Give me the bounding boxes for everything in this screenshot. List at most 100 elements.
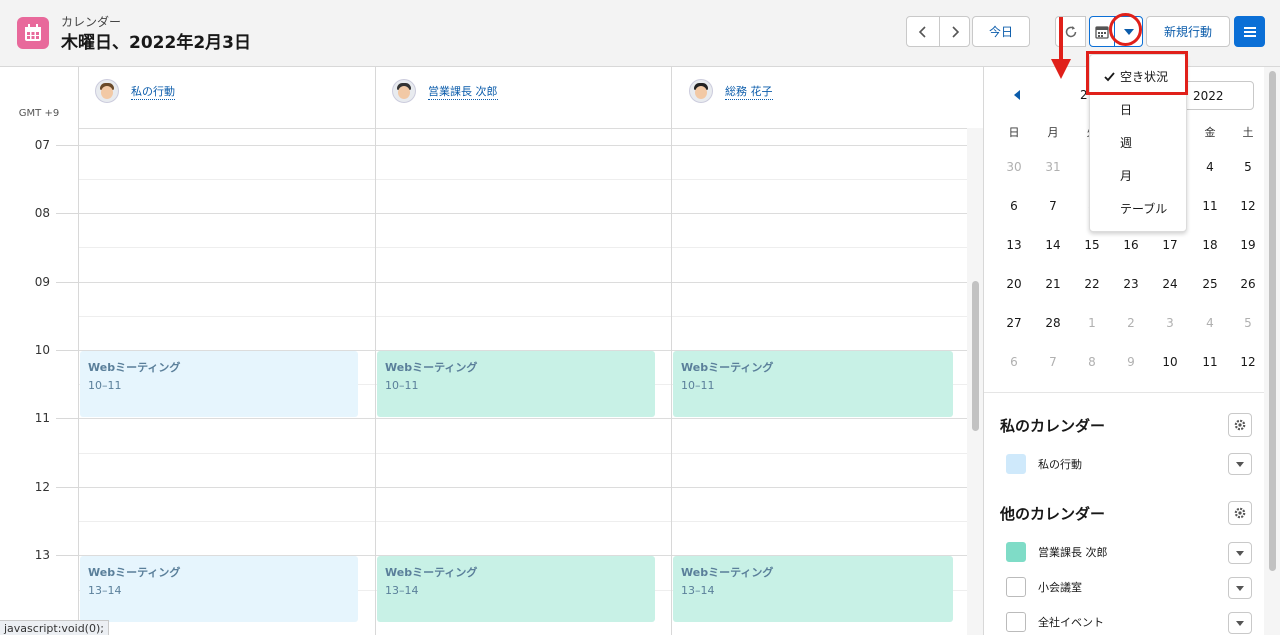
mini-calendar-day[interactable]: 23 — [1116, 277, 1146, 291]
calendar-item-company-events[interactable]: 全社イベント — [1006, 612, 1104, 632]
caret-down-icon — [1236, 620, 1244, 626]
previous-month-icon[interactable] — [1012, 89, 1022, 101]
mini-calendar-day[interactable]: 22 — [1077, 277, 1107, 291]
mini-calendar-day[interactable]: 8 — [1077, 355, 1107, 369]
person-header[interactable]: 私の行動 — [95, 78, 175, 104]
calendar-item-menu-button[interactable] — [1228, 453, 1252, 475]
hour-tick — [56, 145, 78, 146]
previous-day-button[interactable] — [906, 16, 940, 47]
person-name-link[interactable]: 営業課長 次郎 — [428, 83, 498, 100]
year-select[interactable]: 2022 — [1180, 81, 1254, 110]
next-day-button[interactable] — [939, 16, 970, 47]
caret-down-icon — [1236, 461, 1244, 467]
mini-calendar-day[interactable]: 11 — [1195, 199, 1225, 213]
event-title: Webミーティング — [385, 566, 478, 579]
panel-scrollbar[interactable] — [1264, 67, 1280, 635]
calendar-color-swatch[interactable] — [1006, 542, 1026, 562]
other-calendars-title: 他のカレンダー — [1000, 505, 1106, 523]
mini-calendar-day[interactable]: 3 — [1155, 316, 1185, 330]
hour-line — [78, 418, 967, 419]
my-calendars-settings-button[interactable] — [1228, 413, 1252, 437]
calendar-event[interactable]: Webミーティング 10–11 — [377, 351, 655, 417]
timezone-label: GMT +9 — [18, 108, 60, 119]
mini-calendar-day[interactable]: 12 — [1233, 355, 1263, 369]
column-divider — [375, 67, 376, 635]
menu-item-day[interactable]: 日 — [1120, 101, 1132, 118]
calendar-event[interactable]: Webミーティング 13–14 — [80, 556, 358, 622]
person-header[interactable]: 営業課長 次郎 — [392, 78, 498, 104]
calendar-checkbox[interactable] — [1006, 612, 1026, 632]
menu-item-table[interactable]: テーブル — [1120, 200, 1167, 217]
mini-calendar-day[interactable]: 7 — [1038, 355, 1068, 369]
mini-calendar-day[interactable]: 19 — [1233, 238, 1263, 252]
mini-calendar-day[interactable]: 4 — [1195, 316, 1225, 330]
calendar-checkbox[interactable] — [1006, 577, 1026, 597]
mini-calendar-day[interactable]: 30 — [999, 160, 1029, 174]
mini-calendar-day[interactable]: 14 — [1038, 238, 1068, 252]
mini-calendar-day[interactable]: 24 — [1155, 277, 1185, 291]
mini-calendar-day[interactable]: 15 — [1077, 238, 1107, 252]
calendar-item-my-events[interactable]: 私の行動 — [1006, 454, 1082, 474]
weekday-label: 土 — [1242, 126, 1254, 139]
avatar — [95, 79, 119, 103]
calendar-item-menu-button[interactable] — [1228, 542, 1252, 564]
menu-button[interactable] — [1234, 16, 1265, 47]
mini-calendar-day[interactable]: 20 — [999, 277, 1029, 291]
mini-calendar-day[interactable]: 10 — [1155, 355, 1185, 369]
mini-calendar-day[interactable]: 7 — [1038, 199, 1068, 213]
calendar-event[interactable]: Webミーティング 10–11 — [673, 351, 953, 417]
calendar-color-swatch[interactable] — [1006, 454, 1026, 474]
half-hour-line — [78, 179, 967, 180]
hamburger-icon — [1243, 26, 1256, 37]
mini-calendar-day[interactable]: 28 — [1038, 316, 1068, 330]
scrollbar-thumb[interactable] — [972, 281, 979, 431]
calendar-item-sales-manager[interactable]: 営業課長 次郎 — [1006, 542, 1108, 562]
mini-calendar-day[interactable]: 21 — [1038, 277, 1068, 291]
mini-calendar-day[interactable]: 13 — [999, 238, 1029, 252]
scrollbar-thumb[interactable] — [1269, 71, 1276, 571]
mini-calendar-day[interactable]: 17 — [1155, 238, 1185, 252]
mini-calendar-day[interactable]: 11 — [1195, 355, 1225, 369]
weekday-label: 金 — [1204, 126, 1216, 139]
chevron-right-icon — [951, 25, 959, 38]
calendar-item-label: 私の行動 — [1038, 458, 1082, 471]
hour-label: 10 — [34, 343, 50, 357]
mini-calendar-day[interactable]: 16 — [1116, 238, 1146, 252]
mini-calendar-day[interactable]: 2 — [1116, 316, 1146, 330]
mini-calendar-day[interactable]: 5 — [1233, 160, 1263, 174]
mini-calendar-day[interactable]: 18 — [1195, 238, 1225, 252]
mini-calendar-day[interactable]: 27 — [999, 316, 1029, 330]
section-divider — [984, 392, 1264, 393]
calendar-item-meeting-room[interactable]: 小会議室 — [1006, 577, 1082, 597]
calendar-item-menu-button[interactable] — [1228, 577, 1252, 599]
grid-scrollbar[interactable] — [967, 128, 983, 635]
calendar-event[interactable]: Webミーティング 10–11 — [80, 351, 358, 417]
new-event-button[interactable]: 新規行動 — [1146, 16, 1230, 47]
mini-calendar-day[interactable]: 5 — [1233, 316, 1263, 330]
mini-calendar-day[interactable]: 6 — [999, 199, 1029, 213]
weekday-label: 日 — [1008, 126, 1020, 139]
caret-down-icon — [1236, 585, 1244, 591]
person-name-link[interactable]: 私の行動 — [131, 83, 175, 100]
panel-divider — [983, 67, 984, 635]
hour-tick — [56, 555, 78, 556]
mini-calendar-day[interactable]: 6 — [999, 355, 1029, 369]
menu-item-week[interactable]: 週 — [1120, 134, 1132, 151]
person-header[interactable]: 総務 花子 — [689, 78, 773, 104]
calendar-event[interactable]: Webミーティング 13–14 — [673, 556, 953, 622]
other-calendars-settings-button[interactable] — [1228, 501, 1252, 525]
gear-icon — [1234, 419, 1246, 431]
mini-calendar-day[interactable]: 1 — [1077, 316, 1107, 330]
calendar-event[interactable]: Webミーティング 13–14 — [377, 556, 655, 622]
calendar-item-menu-button[interactable] — [1228, 612, 1252, 634]
today-button[interactable]: 今日 — [972, 16, 1030, 47]
menu-item-month[interactable]: 月 — [1120, 167, 1132, 184]
mini-calendar-day[interactable]: 4 — [1195, 160, 1225, 174]
mini-calendar-day[interactable]: 31 — [1038, 160, 1068, 174]
mini-calendar-day[interactable]: 26 — [1233, 277, 1263, 291]
event-time: 13–14 — [385, 584, 419, 597]
mini-calendar-day[interactable]: 12 — [1233, 199, 1263, 213]
mini-calendar-day[interactable]: 25 — [1195, 277, 1225, 291]
mini-calendar-day[interactable]: 9 — [1116, 355, 1146, 369]
person-name-link[interactable]: 総務 花子 — [725, 83, 773, 100]
